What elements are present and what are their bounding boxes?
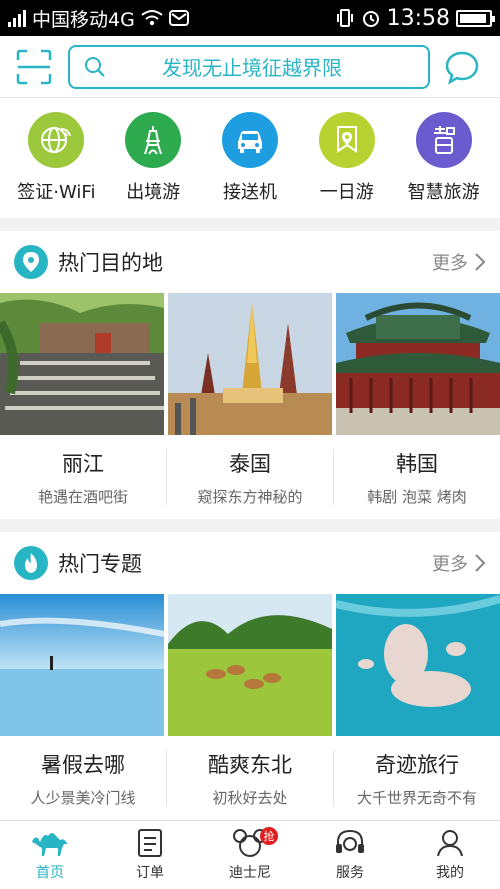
korea-image[interactable]: [336, 293, 500, 435]
topic-card[interactable]: 酷爽东北 初秋好去处: [167, 750, 334, 807]
globe-wifi-icon: [28, 112, 85, 168]
hot-destinations-section: 热门目的地 更多 丽江 艳遇在酒吧街 泰国 窥探东方神秘的 韩国 韩剧 泡菜 烤…: [0, 231, 500, 519]
scan-icon[interactable]: [16, 49, 52, 85]
tab-orders[interactable]: 订单: [100, 821, 200, 889]
swimming-pigs-image[interactable]: [336, 594, 500, 736]
alarm-icon: [362, 11, 379, 27]
wifi-icon: [141, 10, 163, 26]
quick-item-label: 接送机: [222, 182, 277, 203]
topic-subtitle: 大千世界无奇不有: [356, 788, 477, 807]
tab-service[interactable]: 服务: [300, 821, 400, 889]
quick-item-label: 一日游: [319, 182, 374, 203]
destination-card[interactable]: 泰国 窥探东方神秘的: [167, 449, 334, 506]
eiffel-tower-icon: [125, 112, 182, 168]
lijiang-image[interactable]: [0, 293, 164, 435]
more-label: 更多: [432, 253, 468, 274]
topic-title: 奇迹旅行: [375, 752, 459, 777]
destination-card[interactable]: 丽江 艳遇在酒吧街: [0, 449, 167, 506]
destination-subtitle: 艳遇在酒吧街: [37, 487, 128, 506]
quick-item-visa-wifi[interactable]: 签证·WiFi: [9, 112, 103, 218]
destination-title: 韩国: [396, 451, 438, 476]
quick-item-smart-tour[interactable]: 智慧旅游: [397, 112, 491, 218]
search-icon: [85, 56, 105, 77]
quick-item-airport-transfer[interactable]: 接送机: [203, 112, 297, 218]
thailand-image[interactable]: [168, 293, 332, 435]
message-icon[interactable]: [444, 49, 480, 85]
mail-icon: [168, 10, 189, 26]
quick-item-outbound[interactable]: 出境游: [106, 112, 200, 218]
camel-icon: [32, 833, 68, 856]
order-list-icon: [138, 829, 162, 857]
car-icon: [221, 112, 278, 168]
smart-tour-icon: [415, 112, 472, 168]
topic-card[interactable]: 奇迹旅行大千世界无奇不有: [334, 750, 500, 807]
top-bar: 发现无止境征越界限: [0, 36, 500, 98]
signal-icon: [8, 9, 26, 27]
quick-menu: 签证·WiFi 出境游 接送机 一日游 智慧旅游: [0, 98, 500, 218]
quick-item-label: 签证·WiFi: [17, 182, 96, 203]
headset-icon: [336, 829, 364, 853]
more-link[interactable]: 更多: [432, 249, 486, 275]
summer-lake-image[interactable]: [0, 594, 164, 736]
quick-item-label: 智慧旅游: [407, 182, 480, 203]
quick-item-label: 出境游: [126, 182, 181, 203]
profile-icon: [437, 830, 463, 857]
destination-title: 丽江: [62, 451, 104, 476]
chevron-right-icon: [475, 554, 486, 572]
tab-home[interactable]: 首页: [0, 821, 100, 889]
destination-title: 泰国: [229, 451, 271, 476]
vibrate-icon: [336, 9, 353, 27]
map-pin-flag-icon: [318, 112, 375, 168]
destination-card[interactable]: 韩国韩剧 泡菜 烤肉: [334, 449, 500, 506]
battery-icon: [456, 9, 495, 27]
destination-subtitle: 韩剧 泡菜 烤肉: [367, 487, 467, 506]
tab-mine[interactable]: 我的: [400, 821, 500, 889]
topic-title: 酷爽东北: [208, 752, 292, 777]
chevron-right-icon: [475, 253, 486, 271]
carrier-label: 中国移动4G: [32, 8, 135, 31]
hot-topics-section: 热门专题 更多 暑假去哪 人少景美冷门线 酷爽东北 初秋好去处 奇迹旅行 大千世…: [0, 532, 500, 820]
tab-label: 我的: [436, 865, 464, 881]
tab-disney[interactable]: 抢 迪士尼: [200, 821, 300, 889]
topic-subtitle: 初秋好去处: [212, 788, 288, 807]
search-input[interactable]: 发现无止境征越界限: [106, 52, 428, 81]
northeast-deer-image[interactable]: [168, 594, 332, 736]
destination-subtitle: 窥探东方神秘的: [197, 487, 303, 506]
flame-icon: [14, 546, 48, 580]
tab-label: 首页: [36, 865, 64, 881]
more-label: 更多: [432, 554, 468, 575]
tab-badge: 抢: [260, 827, 278, 845]
tab-label: 订单: [136, 865, 164, 881]
quick-item-day-tour[interactable]: 一日游: [300, 112, 394, 218]
bottom-tab-bar: 首页 订单 抢 迪士尼 服务 我的: [0, 820, 500, 889]
topic-subtitle: 人少景美冷门线: [30, 788, 136, 807]
section-title: 热门专题: [58, 552, 142, 576]
location-pin-icon: [14, 245, 48, 279]
topic-title: 暑假去哪: [41, 752, 125, 777]
clock-time: 13:58: [386, 5, 450, 31]
topic-card[interactable]: 暑假去哪人少景美冷门线: [0, 750, 167, 807]
tab-label: 迪士尼: [229, 865, 271, 881]
search-box[interactable]: 发现无止境征越界限: [68, 44, 430, 89]
tab-label: 服务: [336, 865, 364, 881]
section-title: 热门目的地: [58, 251, 163, 275]
status-bar: 中国移动4G 13:58: [0, 0, 500, 36]
more-link[interactable]: 更多: [432, 550, 486, 576]
